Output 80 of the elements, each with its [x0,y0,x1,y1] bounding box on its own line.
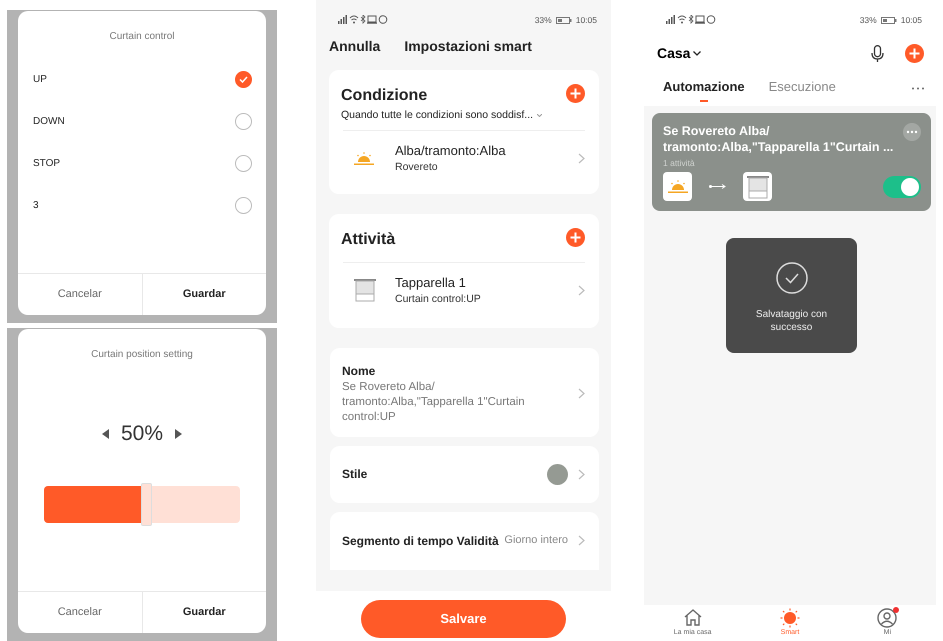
radio-button[interactable] [235,112,252,130]
radio-button[interactable] [235,154,252,172]
option-label: 3 [33,198,39,212]
cancel-link[interactable]: Annulla [329,36,380,70]
row-label: Segmento di tempo Validità [342,532,499,550]
sun-icon [780,608,800,628]
microphone-icon[interactable] [871,44,884,62]
clock-time: 10:05 [576,14,597,26]
name-value: Se Rovereto Alba/ tramonto:Alba,"Tapparella 1"Curtain control:UP [342,380,526,425]
notification-dot [893,607,900,613]
add-icon[interactable] [905,44,924,62]
option-row[interactable]: 3 [18,184,266,226]
list-row[interactable]: Tapparella 1 Curtain control:UP [343,262,585,318]
radio-button[interactable] [235,196,252,214]
status-icons-drawing [338,15,388,25]
add-icon [566,228,585,247]
row-label: Nome [342,362,376,380]
status-icons-drawing [666,15,716,25]
arrow-icon [709,184,726,190]
tab[interactable]: Esecuzione [768,73,836,103]
row-label: Stile [342,466,368,484]
style-row[interactable]: Stile [330,446,599,503]
cancel-button[interactable]: Cancelar [18,274,142,315]
list-row[interactable]: Alba/tramonto:Alba Rovereto [343,130,585,186]
blind-icon [746,174,770,199]
profile-icon [877,608,898,628]
chevron-icon [578,388,585,399]
add-icon [566,84,585,103]
clock-time: 10:05 [900,14,922,26]
sunrise-icon [666,179,688,194]
toggle-switch[interactable] [883,176,921,198]
check-circle-icon [776,262,808,294]
percentage-reading: 50% [120,421,164,447]
caret-icon [693,50,702,56]
battery-icon [880,16,897,24]
item-title: Tapparella 1 [395,274,467,292]
dialog-title: Curtain control [108,30,176,44]
section-title: Condizione [341,86,428,106]
sunrise-icon [353,150,375,166]
chevron-icon [578,535,585,546]
chevron-icon [578,284,585,296]
validity-row[interactable]: Segmento di tempo Validità Giorno intero [330,512,599,570]
option-row[interactable]: UP [18,58,266,100]
toast-message: Salvataggio con successo [754,308,828,334]
option-row[interactable]: STOP [18,142,266,184]
save-button[interactable]: Guardar [142,592,266,633]
item-subtitle: Curtain control:UP [395,292,481,308]
home-icon [682,608,703,628]
radio-button[interactable] [235,70,252,88]
battery-icon [556,16,572,24]
decrease-arrow-icon [102,428,109,439]
option-label: STOP [33,156,60,170]
chevron-icon [578,152,585,164]
battery-percentage: 33% [534,14,552,26]
screen-title: Impostazioni smart [404,37,532,56]
caret-icon [537,114,542,118]
battery-percentage: 33% [860,14,877,26]
option-label: DOWN [33,114,65,128]
home-selector[interactable]: Casa [657,42,702,64]
dialog-title: Curtain position setting [90,348,194,362]
tab[interactable]: Automazione [663,73,745,103]
item-subtitle: Rovereto [395,160,439,176]
automation-title: Se Rovereto Alba/ tramonto:Alba,"Tapparella 1"Curtain ... [663,123,894,156]
option-label: UP [33,72,47,86]
slider-thumb[interactable] [141,482,152,526]
item-title: Alba/tramonto:Alba [395,142,506,160]
option-row[interactable]: DOWN [18,100,266,142]
section-title: Attività [341,230,396,250]
condition-mode[interactable]: Quando tutte le condizioni sono soddisf... [341,108,534,124]
chevron-icon [578,468,585,480]
name-row[interactable]: Nome Se Rovereto Alba/ tramonto:Alba,"Tapparella 1"Curtain control:UP [330,348,599,437]
more-icon[interactable] [903,123,921,141]
cancel-button[interactable]: Cancelar [18,592,142,633]
increase-arrow-icon [175,428,182,439]
activity-count: 1 attività [663,156,696,170]
check-icon [239,76,248,82]
blind-icon [353,278,377,302]
save-button[interactable]: Guardar [142,274,266,315]
more-icon[interactable] [912,86,924,90]
validity-value: Giorno intero [504,533,568,548]
